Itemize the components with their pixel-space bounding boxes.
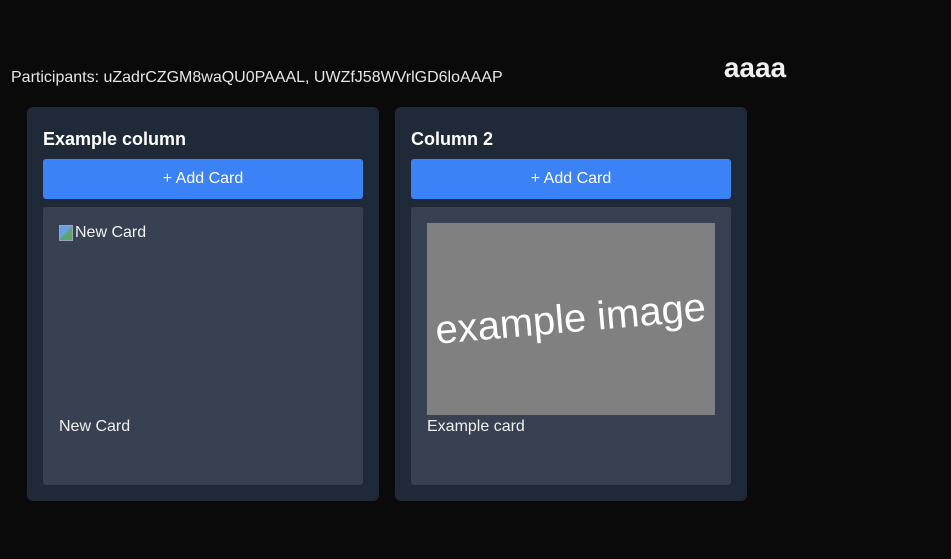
card-image-alt: New Card: [75, 224, 147, 241]
broken-image-icon: [59, 225, 73, 241]
column-example: Example column + Add Card New Card New C…: [27, 107, 379, 501]
add-card-button[interactable]: + Add Card: [411, 159, 731, 199]
card-image: example image: [427, 223, 715, 415]
add-card-button[interactable]: + Add Card: [43, 159, 363, 199]
column-title: Example column: [43, 129, 187, 149]
card-image: New Card: [59, 223, 347, 243]
board-page: aaaa Participants: uZadrCZGM8waQU0PAAAL,…: [0, 0, 951, 559]
column-title: Column 2: [411, 129, 494, 149]
card-label: New Card: [59, 418, 131, 435]
card-image-text: example image: [433, 284, 708, 353]
board-title: aaaa: [723, 51, 787, 83]
card[interactable]: New Card New Card: [43, 207, 363, 485]
columns-container: Example column + Add Card New Card New C…: [27, 107, 747, 501]
card[interactable]: example image Example card: [411, 207, 731, 485]
participants-list: Participants: uZadrCZGM8waQU0PAAAL, UWZf…: [11, 69, 503, 86]
column-2: Column 2 + Add Card example image Exampl…: [395, 107, 747, 501]
card-label: Example card: [427, 418, 525, 435]
